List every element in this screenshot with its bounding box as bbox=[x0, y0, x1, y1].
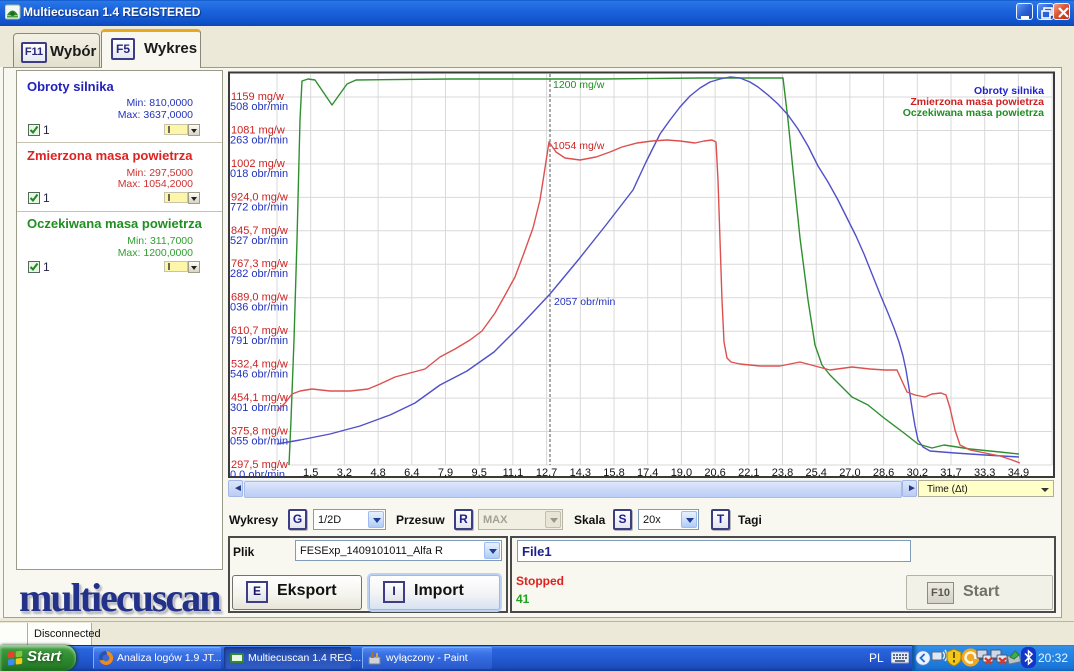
svg-text:055 obr/min: 055 obr/min bbox=[230, 436, 288, 448]
svg-text:772 obr/min: 772 obr/min bbox=[230, 201, 288, 213]
svg-text:25,4: 25,4 bbox=[805, 467, 826, 478]
svg-text:7,9: 7,9 bbox=[438, 467, 453, 478]
svg-text:1054 mg/w: 1054 mg/w bbox=[553, 140, 605, 152]
svg-text:28,6: 28,6 bbox=[873, 467, 894, 478]
svg-text:19,0: 19,0 bbox=[671, 467, 692, 478]
svg-text:23,8: 23,8 bbox=[772, 467, 793, 478]
svg-text:282 obr/min: 282 obr/min bbox=[230, 268, 288, 280]
svg-text:6,4: 6,4 bbox=[404, 467, 419, 478]
svg-text:27,0: 27,0 bbox=[839, 467, 860, 478]
svg-text:30,2: 30,2 bbox=[907, 467, 928, 478]
svg-text:508 obr/min: 508 obr/min bbox=[230, 101, 288, 113]
svg-text:11,1: 11,1 bbox=[503, 467, 524, 478]
svg-text:036 obr/min: 036 obr/min bbox=[230, 302, 288, 314]
svg-text:546 obr/min: 546 obr/min bbox=[230, 369, 288, 381]
svg-text:791 obr/min: 791 obr/min bbox=[230, 335, 288, 347]
svg-text:15,8: 15,8 bbox=[603, 467, 624, 478]
svg-text:22,1: 22,1 bbox=[738, 467, 759, 478]
svg-text:4,8: 4,8 bbox=[370, 467, 385, 478]
svg-text:263 obr/min: 263 obr/min bbox=[230, 135, 288, 147]
svg-text:17,4: 17,4 bbox=[637, 467, 658, 478]
svg-text:2057 obr/min: 2057 obr/min bbox=[554, 296, 615, 308]
svg-text:20,6: 20,6 bbox=[704, 467, 725, 478]
svg-text:34,9: 34,9 bbox=[1008, 467, 1029, 478]
svg-text:1200 mg/w: 1200 mg/w bbox=[553, 79, 605, 91]
svg-text:Oczekiwana masa powietrza: Oczekiwana masa powietrza bbox=[903, 107, 1044, 119]
svg-text:31,7: 31,7 bbox=[940, 467, 961, 478]
svg-text:018 obr/min: 018 obr/min bbox=[230, 168, 288, 180]
svg-text:1,5: 1,5 bbox=[303, 467, 318, 478]
svg-text:3,2: 3,2 bbox=[337, 467, 352, 478]
svg-text:0,0 obr/min: 0,0 obr/min bbox=[230, 469, 285, 478]
svg-text:14,3: 14,3 bbox=[570, 467, 591, 478]
svg-text:12,7: 12,7 bbox=[536, 467, 557, 478]
svg-text:527 obr/min: 527 obr/min bbox=[230, 235, 288, 247]
svg-text:9,5: 9,5 bbox=[472, 467, 487, 478]
svg-text:33,3: 33,3 bbox=[974, 467, 995, 478]
